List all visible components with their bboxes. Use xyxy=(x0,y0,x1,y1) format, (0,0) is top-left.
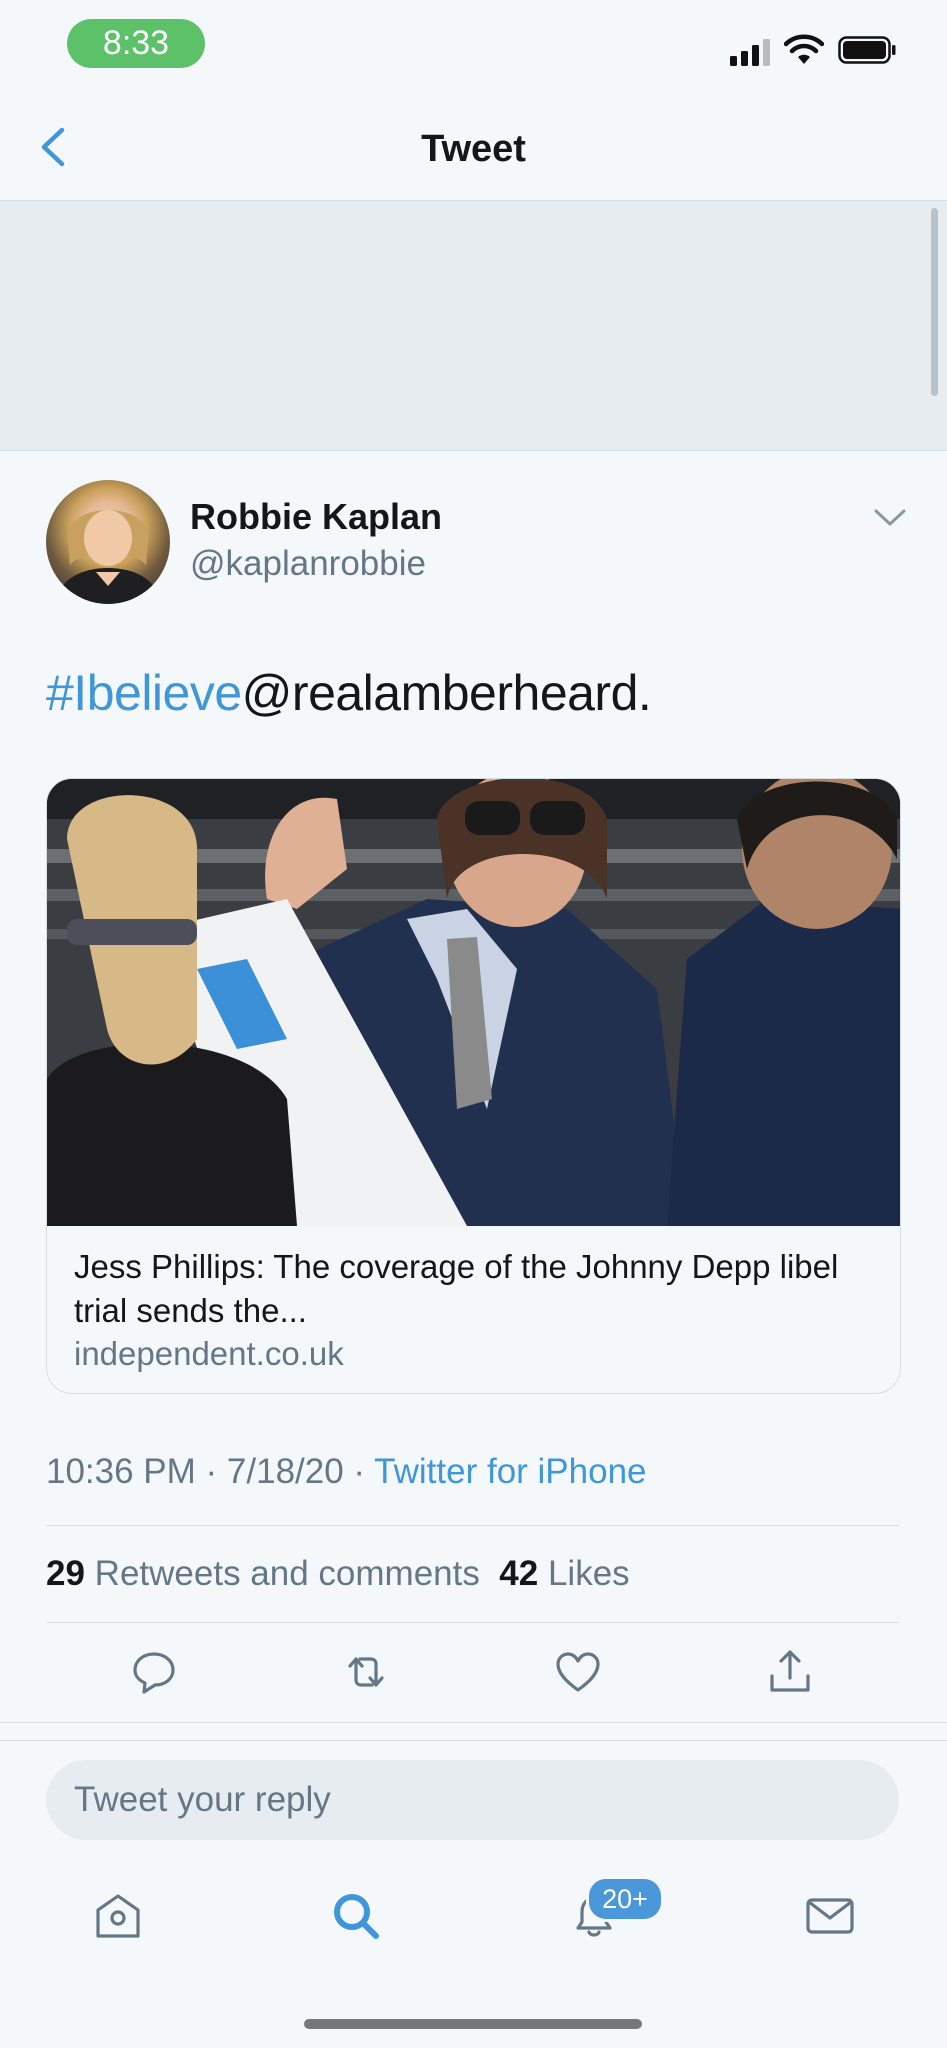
search-icon[interactable] xyxy=(328,1888,384,1944)
scrollbar[interactable] xyxy=(931,208,938,396)
likes-count[interactable]: 42 xyxy=(499,1554,538,1593)
author-handle[interactable]: @kaplanrobbie xyxy=(190,544,426,584)
status-bar: 8:33 xyxy=(0,0,947,90)
like-heart-icon[interactable] xyxy=(554,1648,602,1696)
reply-icon[interactable] xyxy=(130,1648,178,1696)
avatar-portrait-icon xyxy=(54,510,162,604)
author-name[interactable]: Robbie Kaplan xyxy=(190,496,442,538)
conversation-context-area xyxy=(0,201,947,451)
battery-icon xyxy=(838,36,896,64)
reply-input[interactable] xyxy=(46,1760,899,1840)
divider xyxy=(0,1722,947,1723)
tweet-timestamp: 10:36 PM · 7/18/20 · Twitter for iPhone xyxy=(46,1452,647,1492)
source-link[interactable]: Twitter for iPhone xyxy=(374,1452,646,1491)
retweets-label[interactable]: Retweets and comments xyxy=(95,1554,480,1593)
tweet-text: #Ibelieve@realamberheard. xyxy=(46,664,652,722)
home-icon[interactable] xyxy=(90,1888,146,1944)
home-indicator[interactable] xyxy=(304,2019,642,2029)
engagement-counts: 29 Retweets and comments 42 Likes xyxy=(46,1554,630,1594)
card-image xyxy=(47,779,900,1226)
share-icon[interactable] xyxy=(766,1648,814,1696)
cellular-signal-icon xyxy=(730,39,770,66)
avatar[interactable] xyxy=(46,480,170,604)
timestamp-text: 10:36 PM · 7/18/20 · xyxy=(46,1452,375,1491)
divider xyxy=(0,1740,947,1741)
wifi-icon xyxy=(784,34,824,64)
chevron-down-icon[interactable] xyxy=(872,503,908,531)
divider xyxy=(46,1525,899,1526)
retweet-icon[interactable] xyxy=(342,1648,390,1696)
page-title: Tweet xyxy=(421,128,526,170)
status-time: 8:33 xyxy=(67,19,205,68)
retweets-count[interactable]: 29 xyxy=(46,1554,85,1593)
likes-label[interactable]: Likes xyxy=(548,1554,630,1593)
navigation-bar: Tweet xyxy=(0,90,947,201)
card-title: Jess Phillips: The coverage of the Johnn… xyxy=(74,1248,839,1329)
link-card[interactable]: Jess Phillips: The coverage of the Johnn… xyxy=(46,778,901,1394)
hashtag-link[interactable]: #Ibelieve xyxy=(46,665,242,721)
notifications-badge: 20+ xyxy=(586,1876,664,1922)
divider xyxy=(46,1622,899,1623)
mention-text[interactable]: @realamberheard. xyxy=(242,665,652,721)
messages-envelope-icon[interactable] xyxy=(802,1888,858,1944)
card-domain: independent.co.uk xyxy=(74,1335,344,1372)
